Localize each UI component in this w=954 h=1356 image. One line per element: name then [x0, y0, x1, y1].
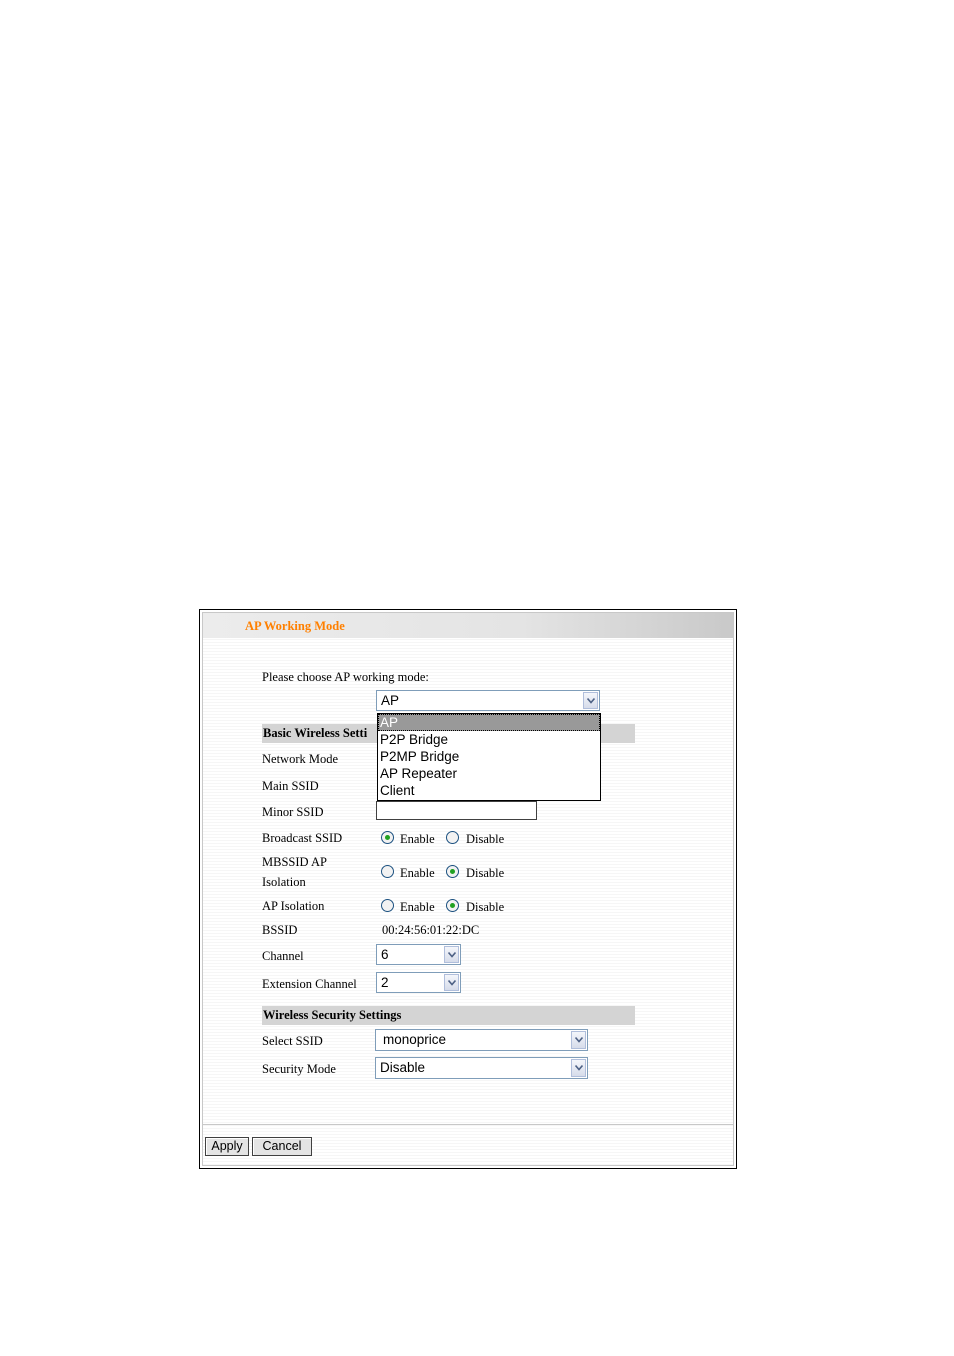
chevron-down-icon[interactable] — [571, 1031, 586, 1049]
ap-mode-option-ap-repeater[interactable]: AP Repeater — [378, 765, 600, 782]
channel-select[interactable]: 6 — [376, 944, 461, 965]
channel-select-value: 6 — [381, 947, 389, 962]
mbssid-isolation-disable-label: Disable — [466, 866, 505, 880]
extension-channel-label: Extension Channel — [262, 977, 357, 991]
title-bar: AP Working Mode — [203, 613, 733, 638]
extension-channel-select-value: 2 — [381, 975, 389, 990]
minor-ssid-input[interactable] — [376, 801, 537, 820]
ap-working-mode-panel: AP Working Mode Please choose AP working… — [199, 609, 737, 1169]
broadcast-ssid-enable-radio[interactable] — [381, 831, 394, 844]
mode-prompt-label: Please choose AP working mode: — [262, 670, 429, 684]
mbssid-isolation-label-line1: MBSSID AP — [262, 855, 327, 869]
broadcast-ssid-enable-label: Enable — [400, 832, 435, 846]
main-ssid-label: Main SSID — [262, 779, 319, 793]
bssid-value: 00:24:56:01:22:DC — [382, 923, 480, 937]
basic-wireless-section-title: Basic Wireless Setti — [263, 726, 368, 740]
page-title: AP Working Mode — [245, 619, 345, 633]
chevron-down-icon[interactable] — [583, 692, 598, 709]
chevron-down-icon[interactable] — [571, 1059, 586, 1077]
security-mode-label: Security Mode — [262, 1062, 336, 1076]
channel-label: Channel — [262, 949, 304, 963]
bssid-label: BSSID — [262, 923, 298, 937]
select-ssid-label: Select SSID — [262, 1034, 323, 1048]
select-ssid-value: monoprice — [383, 1032, 447, 1047]
ap-isolation-disable-label: Disable — [466, 900, 505, 914]
ap-isolation-enable-label: Enable — [400, 900, 435, 914]
ap-mode-dropdown-list[interactable]: AP P2P Bridge P2MP Bridge AP Repeater Cl… — [377, 713, 601, 801]
ap-mode-select-value: AP — [381, 693, 400, 708]
security-mode-value: Disable — [380, 1060, 426, 1075]
minor-ssid-label: Minor SSID — [262, 805, 324, 819]
apply-button[interactable]: Apply — [205, 1137, 249, 1156]
chevron-down-icon[interactable] — [444, 946, 459, 963]
broadcast-ssid-disable-label: Disable — [466, 832, 505, 846]
mbssid-isolation-label-line2: Isolation — [262, 875, 306, 889]
ap-mode-option-p2mp-bridge[interactable]: P2MP Bridge — [378, 748, 600, 765]
mbssid-isolation-enable-radio[interactable] — [381, 865, 394, 878]
broadcast-ssid-disable-radio[interactable] — [446, 831, 459, 844]
cancel-button[interactable]: Cancel — [252, 1137, 312, 1156]
mbssid-isolation-disable-radio[interactable] — [446, 865, 459, 878]
ap-isolation-enable-radio[interactable] — [381, 899, 394, 912]
extension-channel-select[interactable]: 2 — [376, 972, 461, 993]
panel-body: AP Working Mode Please choose AP working… — [202, 612, 734, 1166]
ap-mode-option-ap[interactable]: AP — [378, 714, 600, 731]
ap-mode-option-p2p-bridge[interactable]: P2P Bridge — [378, 731, 600, 748]
ap-mode-select[interactable]: AP — [376, 690, 600, 711]
select-ssid-select[interactable]: monoprice — [375, 1029, 588, 1051]
ap-mode-option-client[interactable]: Client — [378, 782, 600, 799]
footer-divider — [203, 1124, 733, 1125]
security-section-title: Wireless Security Settings — [263, 1008, 402, 1022]
security-mode-select[interactable]: Disable — [375, 1057, 588, 1079]
ap-isolation-disable-radio[interactable] — [446, 899, 459, 912]
ap-isolation-label: AP Isolation — [262, 899, 325, 913]
network-mode-label: Network Mode — [262, 752, 339, 766]
security-section-header: Wireless Security Settings — [262, 1006, 635, 1025]
chevron-down-icon[interactable] — [444, 974, 459, 991]
mbssid-isolation-enable-label: Enable — [400, 866, 435, 880]
broadcast-ssid-label: Broadcast SSID — [262, 831, 343, 845]
